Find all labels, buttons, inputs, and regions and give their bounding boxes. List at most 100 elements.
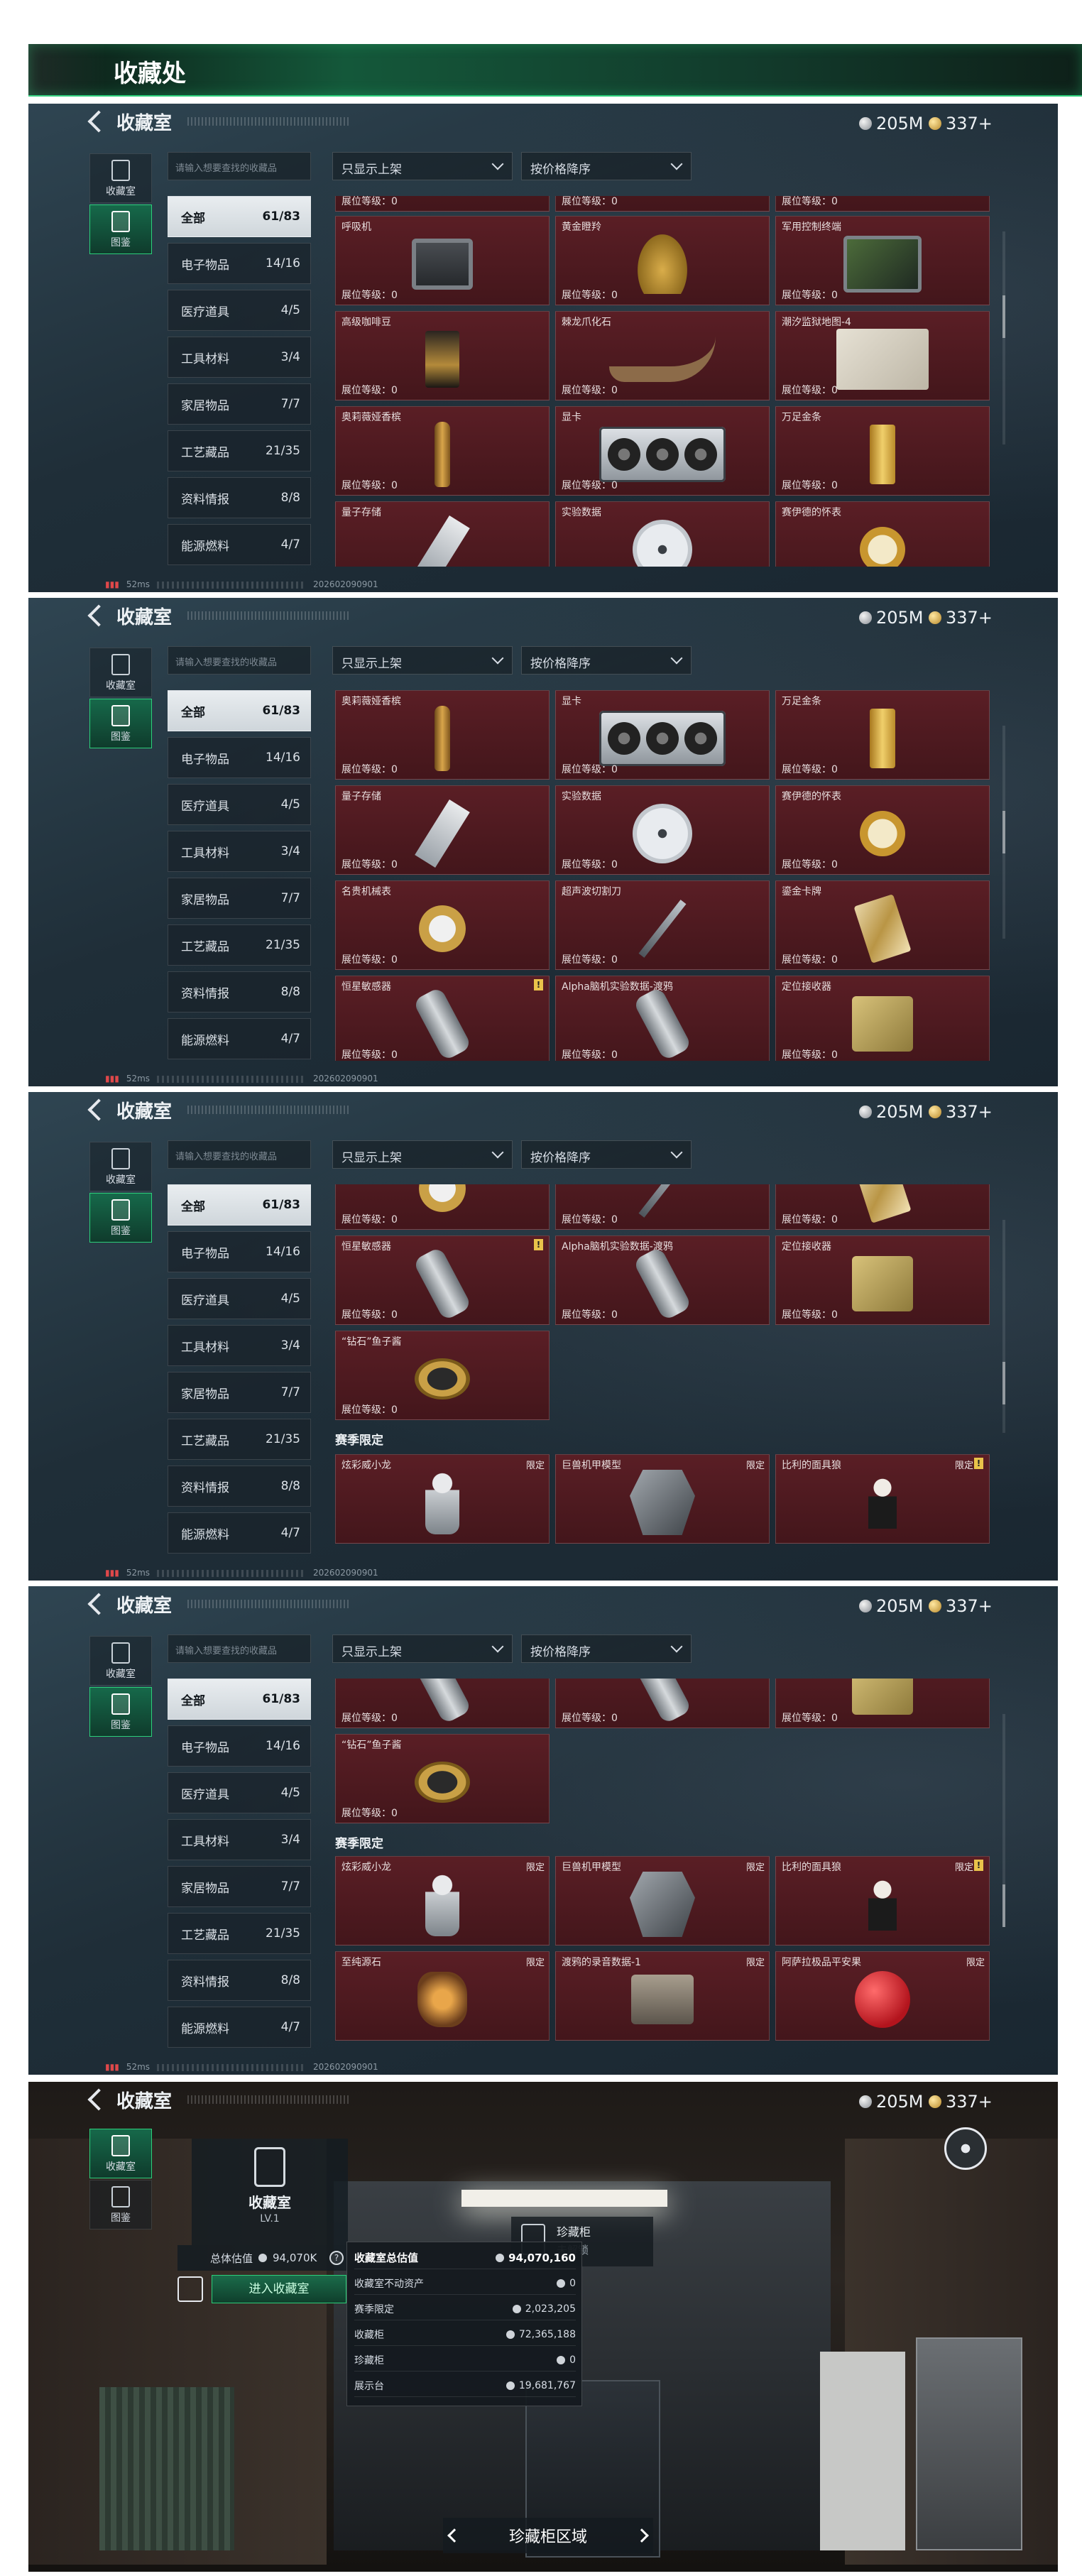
scrollbar[interactable] xyxy=(1002,1714,1005,1927)
item-card[interactable]: 巨兽机甲模型 限定 xyxy=(555,1856,770,1945)
scrollbar[interactable] xyxy=(1002,1220,1005,1433)
category-crafts[interactable]: 工艺藏品 21/35 xyxy=(168,924,311,966)
item-card[interactable]: 展位等级：0 xyxy=(335,1184,550,1230)
category-energy[interactable]: 能源燃料 4/7 xyxy=(168,1512,311,1554)
category-crafts[interactable]: 工艺藏品 21/35 xyxy=(168,1419,311,1460)
item-card[interactable]: 黄金瞪羚 展位等级：0 xyxy=(555,216,770,305)
category-household[interactable]: 家居物品 7/7 xyxy=(168,878,311,919)
category-energy[interactable]: 能源燃料 4/7 xyxy=(168,2007,311,2048)
category-energy[interactable]: 能源燃料 4/7 xyxy=(168,1018,311,1059)
sort-select[interactable]: 按价格降序 xyxy=(521,152,692,180)
item-card[interactable]: 恒星敏感器! 展位等级：0 xyxy=(335,1235,550,1325)
back-arrow-icon[interactable] xyxy=(87,2088,110,2111)
category-medical[interactable]: 医疗道具 4/5 xyxy=(168,1278,311,1319)
category-intel[interactable]: 资料情报 8/8 xyxy=(168,1960,311,2001)
item-card[interactable]: 恒星敏感器! 展位等级：0 xyxy=(335,976,550,1061)
category-intel[interactable]: 资料情报 8/8 xyxy=(168,477,311,518)
scroll-thumb[interactable] xyxy=(1002,811,1005,853)
item-card[interactable]: 展位等级：0 xyxy=(555,196,770,212)
category-household[interactable]: 家居物品 7/7 xyxy=(168,1866,311,1907)
search-input[interactable]: 请输入想要查找的收藏品 xyxy=(168,152,311,180)
side-tab-gallery[interactable]: 图鉴 xyxy=(89,699,152,748)
scroll-thumb[interactable] xyxy=(1002,1362,1005,1404)
category-all[interactable]: 全部 61/83 xyxy=(168,1184,311,1226)
filter-select[interactable]: 只显示上架 xyxy=(332,152,513,180)
item-card[interactable]: 炫彩威小龙 限定 xyxy=(335,1454,550,1544)
sort-select[interactable]: 按价格降序 xyxy=(521,646,692,675)
category-electronics[interactable]: 电子物品 14/16 xyxy=(168,737,311,778)
category-intel[interactable]: 资料情报 8/8 xyxy=(168,971,311,1013)
category-all[interactable]: 全部 61/83 xyxy=(168,1679,311,1720)
item-card[interactable]: Alpha脑机实验数据-渡鸦 展位等级：0 xyxy=(555,1235,770,1325)
search-input[interactable]: 请输入想要查找的收藏品 xyxy=(168,646,311,675)
item-card[interactable]: 万足金条 展位等级：0 xyxy=(775,690,990,780)
zone-switcher[interactable]: 珍藏柜区域 xyxy=(443,2518,653,2553)
item-card[interactable]: 炫彩威小龙 限定 xyxy=(335,1856,550,1945)
item-card[interactable]: 巨兽机甲模型 限定 xyxy=(555,1454,770,1544)
category-intel[interactable]: 资料情报 8/8 xyxy=(168,1466,311,1507)
item-card[interactable]: 展位等级：0 xyxy=(335,196,550,212)
item-card[interactable]: 名贵机械表 展位等级：0 xyxy=(335,880,550,970)
info-icon[interactable]: ? xyxy=(329,2251,344,2265)
item-card[interactable]: 渡鸦的录音数据-1 限定 xyxy=(555,1951,770,2041)
back-arrow-icon[interactable] xyxy=(87,1098,110,1121)
filter-select[interactable]: 只显示上架 xyxy=(332,1140,513,1169)
category-crafts[interactable]: 工艺藏品 21/35 xyxy=(168,430,311,471)
item-card[interactable]: 潮汐监狱地图-4 展位等级：0 xyxy=(775,311,990,400)
item-card[interactable]: 实验数据 展位等级：0 xyxy=(555,785,770,875)
item-card[interactable]: 奥莉薇娅香槟 展位等级：0 xyxy=(335,690,550,780)
search-input[interactable]: 请输入想要查找的收藏品 xyxy=(168,1140,311,1169)
item-card[interactable]: 赛伊德的怀表 xyxy=(775,501,990,567)
sort-select[interactable]: 按价格降序 xyxy=(521,1140,692,1169)
category-all[interactable]: 全部 61/83 xyxy=(168,196,311,237)
item-card[interactable]: 实验数据 xyxy=(555,501,770,567)
category-medical[interactable]: 医疗道具 4/5 xyxy=(168,784,311,825)
item-card[interactable]: 量子存储 xyxy=(335,501,550,567)
item-card[interactable]: 高级咖啡豆 展位等级：0 xyxy=(335,311,550,400)
back-arrow-icon[interactable] xyxy=(87,110,110,133)
side-tab-gallery[interactable]: 图鉴 xyxy=(89,204,152,254)
item-card[interactable]: 显卡 展位等级：0 xyxy=(555,406,770,496)
item-card[interactable]: “钻石”鱼子酱 展位等级：0 xyxy=(335,1331,550,1420)
category-electronics[interactable]: 电子物品 14/16 xyxy=(168,1725,311,1767)
category-tools[interactable]: 工具材料 3/4 xyxy=(168,1819,311,1860)
side-tab-gallery[interactable]: 图鉴 xyxy=(89,1193,152,1243)
item-card[interactable]: 万足金条 展位等级：0 xyxy=(775,406,990,496)
scroll-thumb[interactable] xyxy=(1002,295,1005,338)
search-input[interactable]: 请输入想要查找的收藏品 xyxy=(168,1634,311,1663)
back-arrow-icon[interactable] xyxy=(87,604,110,627)
category-medical[interactable]: 医疗道具 4/5 xyxy=(168,1772,311,1813)
side-tab-collection-room[interactable]: 收藏室 xyxy=(89,153,152,203)
category-household[interactable]: 家居物品 7/7 xyxy=(168,383,311,425)
side-tab-collection-room[interactable]: 收藏室 xyxy=(89,648,152,697)
item-card[interactable]: Alpha脑机实验数据-渡鸦 展位等级：0 xyxy=(555,976,770,1061)
filter-select[interactable]: 只显示上架 xyxy=(332,1634,513,1663)
item-card[interactable]: 展位等级：0 xyxy=(555,1184,770,1230)
category-electronics[interactable]: 电子物品 14/16 xyxy=(168,243,311,284)
item-card[interactable]: 展位等级：0 xyxy=(555,1679,770,1728)
category-electronics[interactable]: 电子物品 14/16 xyxy=(168,1231,311,1272)
category-tools[interactable]: 工具材料 3/4 xyxy=(168,337,311,378)
side-tab-gallery[interactable]: 图鉴 xyxy=(89,2180,152,2230)
category-energy[interactable]: 能源燃料 4/7 xyxy=(168,524,311,565)
scrollbar[interactable] xyxy=(1002,231,1005,444)
filter-select[interactable]: 只显示上架 xyxy=(332,646,513,675)
category-tools[interactable]: 工具材料 3/4 xyxy=(168,1325,311,1366)
item-card[interactable]: 量子存储 展位等级：0 xyxy=(335,785,550,875)
enter-room-button[interactable]: 进入收藏室 xyxy=(212,2275,346,2303)
sort-select[interactable]: 按价格降序 xyxy=(521,1634,692,1663)
category-crafts[interactable]: 工艺藏品 21/35 xyxy=(168,1913,311,1954)
item-card[interactable]: 至纯源石 限定 xyxy=(335,1951,550,2041)
item-card[interactable]: 比利的面具狼 限定! xyxy=(775,1454,990,1544)
share-icon[interactable] xyxy=(177,2276,203,2302)
item-card[interactable]: 显卡 展位等级：0 xyxy=(555,690,770,780)
item-card[interactable]: 鎏金卡牌 展位等级：0 xyxy=(775,880,990,970)
back-arrow-icon[interactable] xyxy=(87,1593,110,1615)
category-medical[interactable]: 医疗道具 4/5 xyxy=(168,290,311,331)
item-card[interactable]: 定位接收器 展位等级：0 xyxy=(775,976,990,1061)
item-card[interactable]: 赛伊德的怀表 展位等级：0 xyxy=(775,785,990,875)
scrollbar[interactable] xyxy=(1002,726,1005,939)
item-card[interactable]: 阿萨拉极品平安果 限定 xyxy=(775,1951,990,2041)
category-tools[interactable]: 工具材料 3/4 xyxy=(168,831,311,872)
category-household[interactable]: 家居物品 7/7 xyxy=(168,1372,311,1413)
